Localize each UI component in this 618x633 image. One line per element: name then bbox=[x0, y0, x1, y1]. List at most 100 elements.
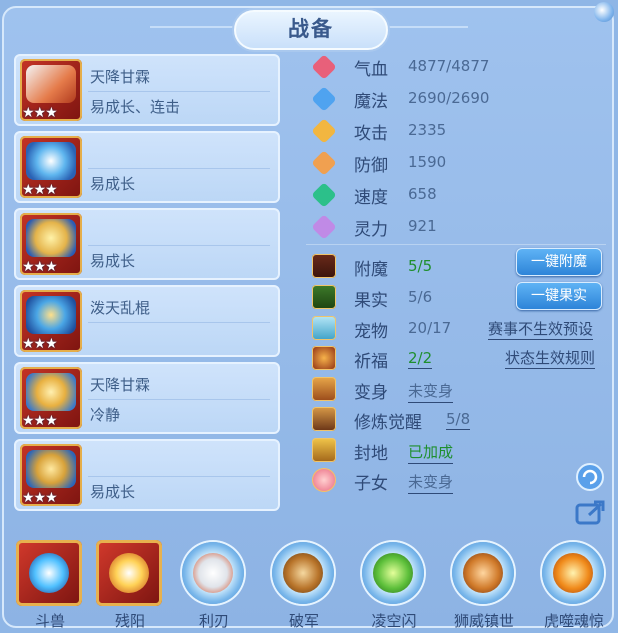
skill-label: 残阳 bbox=[114, 612, 145, 630]
skill-slot-2[interactable]: 残阳 bbox=[94, 536, 166, 632]
shield-icon bbox=[311, 150, 337, 176]
equipment-skill: 天降甘霖 bbox=[90, 68, 151, 86]
equipment-skill: 天降甘霖 bbox=[90, 376, 151, 394]
equipment-slot-2[interactable]: ★★★ 易成长 bbox=[14, 131, 280, 203]
attr-row-defense: 防御 1590 bbox=[311, 149, 512, 177]
equipment-slot-3[interactable]: ★★★ 易成长 bbox=[14, 208, 280, 280]
attr-name: 灵力 bbox=[354, 220, 388, 240]
cultivation-icon bbox=[312, 407, 336, 431]
skill-icon bbox=[272, 542, 334, 604]
status-name: 宠物 bbox=[354, 322, 388, 342]
star-rating: ★★★ bbox=[22, 490, 58, 506]
status-value[interactable]: 未变身 bbox=[408, 471, 454, 494]
star-rating: ★★★ bbox=[22, 259, 58, 275]
skill-icon bbox=[182, 542, 244, 604]
skill-slot-3[interactable]: 利刃 bbox=[178, 536, 250, 632]
divider bbox=[88, 476, 270, 477]
divider bbox=[88, 168, 270, 169]
equipment-trait: 易成长 bbox=[90, 175, 136, 193]
attr-row-mp: 魔法 2690/2690 bbox=[311, 85, 512, 113]
skill-slot-6[interactable]: 狮威镇世 bbox=[448, 536, 520, 632]
skill-icon bbox=[16, 540, 82, 606]
attr-name: 气血 bbox=[354, 60, 388, 80]
pet-icon bbox=[312, 316, 336, 340]
status-value[interactable]: 已加成 bbox=[408, 441, 454, 464]
skill-label: 狮威镇世 bbox=[453, 612, 514, 630]
equipment-slot-5[interactable]: ★★★ 天降甘霖 冷静 bbox=[14, 362, 280, 434]
attr-row-spirit: 灵力 921 bbox=[311, 213, 512, 241]
divider bbox=[88, 245, 270, 246]
magic-icon bbox=[311, 86, 337, 112]
attr-value: 658 bbox=[408, 185, 437, 203]
divider bbox=[306, 244, 606, 245]
equipment-trait: 易成长 bbox=[90, 252, 136, 270]
attr-value: 2690/2690 bbox=[408, 89, 490, 107]
status-value: 5/6 bbox=[408, 288, 433, 306]
skill-icon bbox=[542, 542, 604, 604]
corner-gem-icon bbox=[594, 2, 614, 22]
attr-name: 防御 bbox=[354, 156, 388, 176]
star-rating: ★★★ bbox=[22, 105, 58, 121]
status-value[interactable]: 未变身 bbox=[408, 380, 454, 403]
equipment-slot-6[interactable]: ★★★ 易成长 bbox=[14, 439, 280, 511]
transform-icon bbox=[312, 377, 336, 401]
skill-label: 利刃 bbox=[198, 612, 229, 630]
status-value: 20/17 bbox=[408, 319, 452, 337]
status-name: 修炼觉醒 bbox=[354, 413, 422, 433]
enchant-icon bbox=[312, 254, 336, 278]
status-name: 附魔 bbox=[354, 260, 388, 280]
one-click-fruit-button[interactable]: 一键果实 bbox=[516, 282, 602, 310]
skill-icon bbox=[96, 540, 162, 606]
sword-icon bbox=[311, 118, 337, 144]
status-row-xiulian: 修炼觉醒 5/8 bbox=[312, 405, 602, 435]
status-value: 5/5 bbox=[408, 257, 433, 275]
status-row-bianshen: 变身 未变身 bbox=[312, 375, 602, 405]
skill-label: 凌空闪 bbox=[371, 612, 417, 630]
attr-name: 攻击 bbox=[354, 124, 388, 144]
equipment-slot-4[interactable]: ★★★ 泼天乱棍 bbox=[14, 285, 280, 357]
spirit-icon bbox=[311, 214, 337, 240]
equipment-trait: 易成长 bbox=[90, 483, 136, 501]
title-decoration-left bbox=[150, 26, 234, 28]
equipment-trait: 冷静 bbox=[90, 406, 121, 424]
event-preset-link[interactable]: 赛事不生效预设 bbox=[488, 318, 594, 340]
star-rating: ★★★ bbox=[22, 182, 58, 198]
page-title: 战备 bbox=[234, 10, 388, 50]
one-click-enchant-button[interactable]: 一键附魔 bbox=[516, 248, 602, 276]
attr-row-hp: 气血 4877/4877 bbox=[311, 53, 512, 81]
skill-slot-1[interactable]: 斗兽 bbox=[14, 536, 86, 632]
status-value[interactable]: 5/8 bbox=[446, 410, 471, 430]
divider bbox=[88, 399, 270, 400]
share-icon[interactable] bbox=[575, 497, 605, 527]
attr-name: 速度 bbox=[354, 188, 388, 208]
star-rating: ★★★ bbox=[22, 336, 58, 352]
skill-icon bbox=[452, 542, 514, 604]
equipment-trait: 易成长、连击 bbox=[90, 98, 181, 116]
child-icon bbox=[312, 468, 336, 492]
skill-slot-4[interactable]: 破军 bbox=[268, 536, 340, 632]
skill-slot-5[interactable]: 凌空闪 bbox=[358, 536, 430, 632]
attr-value: 4877/4877 bbox=[408, 57, 490, 75]
status-name: 果实 bbox=[354, 291, 388, 311]
status-rule-link[interactable]: 状态生效规则 bbox=[505, 347, 596, 369]
attr-value: 921 bbox=[408, 217, 437, 235]
attr-row-attack: 攻击 2335 bbox=[311, 117, 512, 145]
skill-label: 破军 bbox=[288, 612, 319, 630]
title-decoration-right bbox=[384, 26, 468, 28]
status-name: 变身 bbox=[354, 383, 388, 403]
attr-value: 2335 bbox=[408, 121, 447, 139]
status-name: 祈福 bbox=[354, 352, 388, 372]
speed-icon bbox=[311, 182, 337, 208]
divider bbox=[88, 91, 270, 92]
fruit-icon bbox=[312, 285, 336, 309]
heart-icon bbox=[311, 54, 337, 80]
status-value[interactable]: 2/2 bbox=[408, 349, 433, 369]
status-name: 封地 bbox=[354, 444, 388, 464]
status-name: 子女 bbox=[354, 474, 388, 494]
equipment-skill: 泼天乱棍 bbox=[90, 299, 151, 317]
fief-icon bbox=[312, 438, 336, 462]
skill-icon bbox=[362, 542, 424, 604]
refresh-orb-icon[interactable] bbox=[575, 462, 605, 492]
equipment-slot-1[interactable]: ★★★ 天降甘霖 易成长、连击 bbox=[14, 54, 280, 126]
skill-slot-7[interactable]: 虎噬魂惊 bbox=[538, 536, 610, 632]
